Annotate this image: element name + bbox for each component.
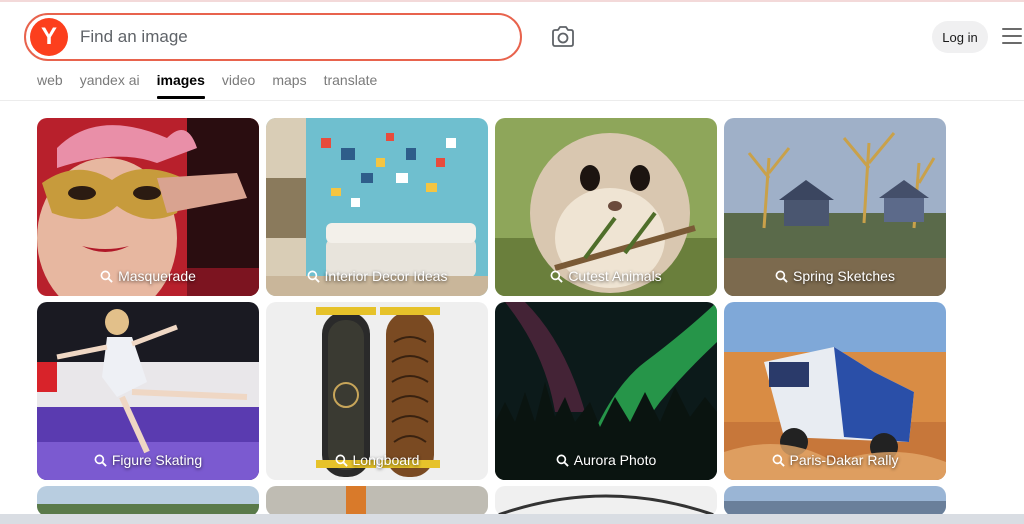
tab-maps[interactable]: maps [272,72,306,100]
search-tabs: web yandex ai images video maps translat… [37,72,394,100]
search-icon [307,270,320,283]
card-label: Paris-Dakar Rally [724,452,946,468]
camera-icon [552,26,574,47]
thumbnail [495,486,717,516]
login-button[interactable]: Log in [932,21,988,53]
image-card-aurora-photo[interactable]: Aurora Photo [495,302,717,480]
image-card-paris-dakar-rally[interactable]: Paris-Dakar Rally [724,302,946,480]
thumbnail [724,486,946,516]
horizontal-scrollbar[interactable] [0,514,1024,524]
image-card-masquerade[interactable]: Masquerade [37,118,259,296]
image-card-row3-1[interactable] [37,486,259,516]
card-label: Masquerade [37,268,259,284]
search-icon [556,454,569,467]
card-label: Aurora Photo [495,452,717,468]
image-card-figure-skating[interactable]: Figure Skating [37,302,259,480]
search-icon [335,454,348,467]
camera-search-button[interactable] [549,24,577,50]
thumbnail [266,486,488,516]
search-icon [94,454,107,467]
header-divider [0,100,1024,101]
tab-images[interactable]: images [156,72,206,100]
hamburger-menu-icon[interactable] [1002,28,1022,44]
tab-yandex-ai[interactable]: yandex ai [80,72,140,100]
card-label: Figure Skating [37,452,259,468]
tab-video[interactable]: video [222,72,255,100]
search-icon [772,454,785,467]
card-label: Longboard [266,452,488,468]
tab-translate[interactable]: translate [324,72,378,100]
search-icon [550,270,564,283]
image-card-row3-2[interactable] [266,486,488,516]
image-card-spring-sketches[interactable]: Spring Sketches [724,118,946,296]
card-label: Cutest Animals [495,268,717,284]
search-bar[interactable]: Y [24,13,522,61]
tab-web[interactable]: web [37,72,63,100]
image-card-row3-4[interactable] [724,486,946,516]
search-icon [100,270,113,283]
image-card-longboard[interactable]: Longboard [266,302,488,480]
image-card-row3-3[interactable] [495,486,717,516]
card-label: Interior Decor Ideas [266,268,488,284]
image-card-cutest-animals[interactable]: Cutest Animals [495,118,717,296]
yandex-logo[interactable]: Y [30,18,68,56]
search-input[interactable] [80,22,500,52]
thumbnail [37,486,259,516]
search-icon [775,270,788,283]
image-card-interior-decor[interactable]: Interior Decor Ideas [266,118,488,296]
top-border [0,0,1024,2]
card-label: Spring Sketches [724,268,946,284]
